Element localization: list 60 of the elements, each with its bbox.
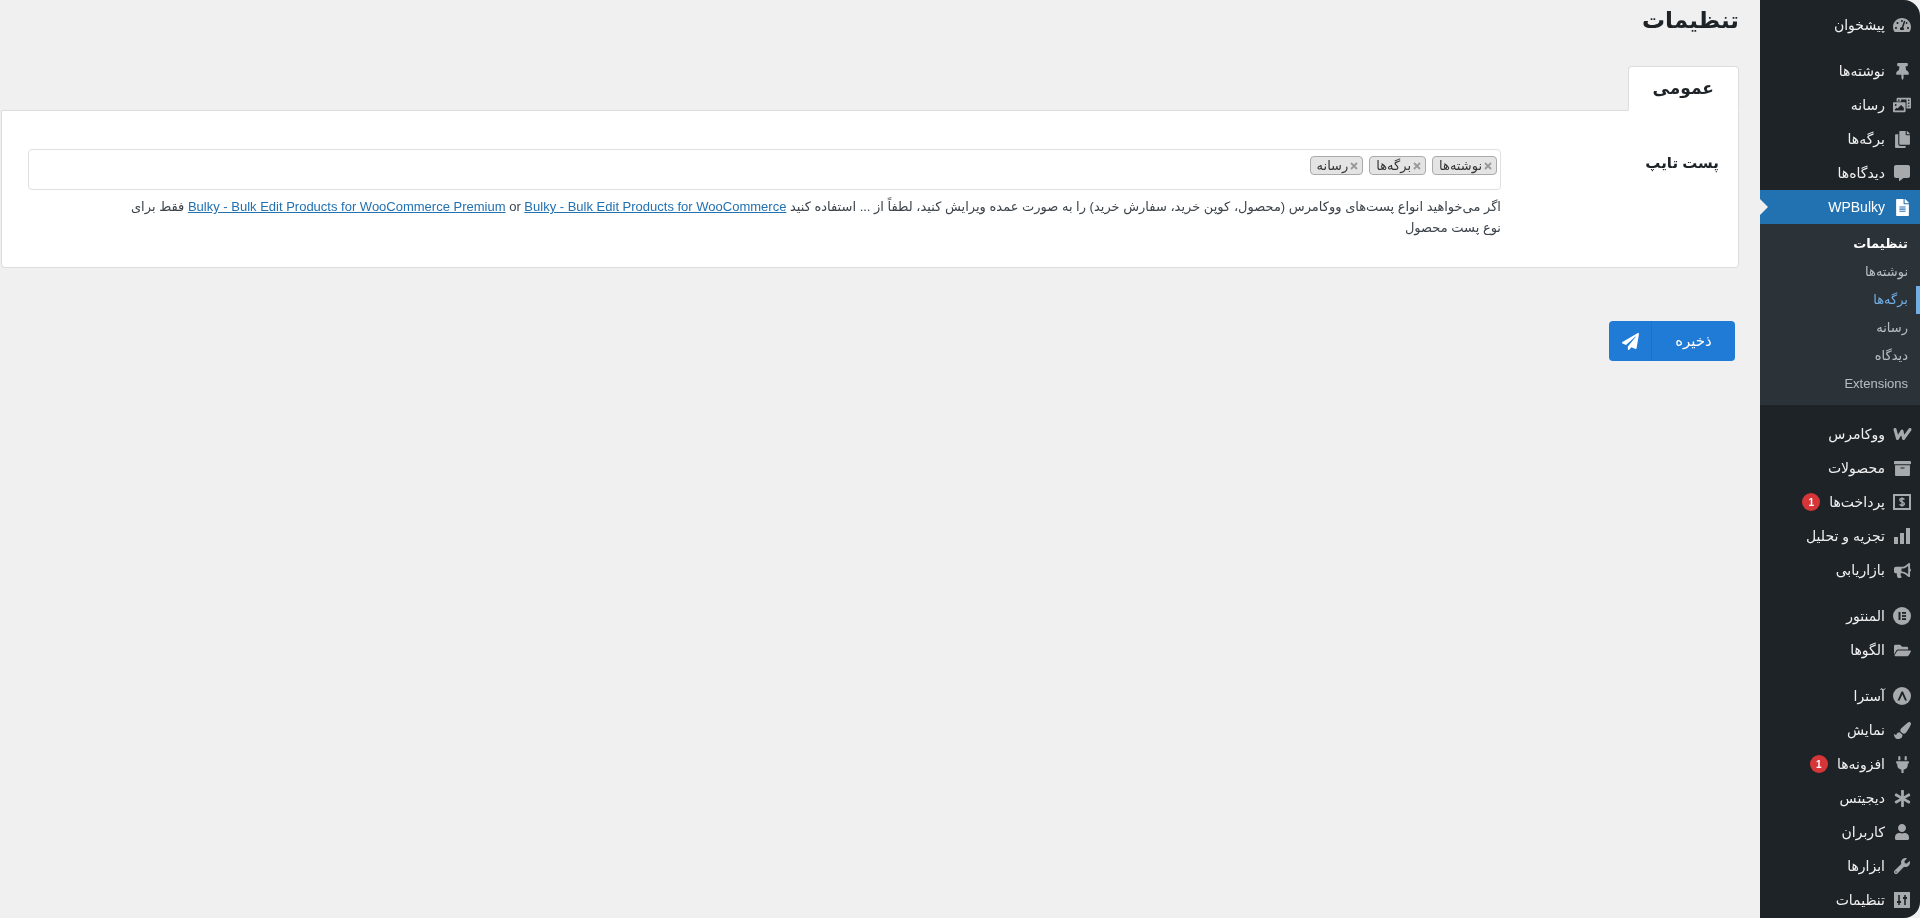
count-badge: 1 — [1802, 493, 1821, 511]
dollar-box-icon — [1893, 494, 1911, 510]
tag-label: رسانه — [1316, 157, 1349, 174]
wrench-icon — [1894, 858, 1910, 874]
bar-chart-icon — [1894, 528, 1910, 544]
menu-item[interactable]: ووکامرس — [1760, 417, 1920, 451]
e-circle-icon — [1893, 607, 1911, 625]
pages-icon — [1893, 130, 1911, 148]
remove-icon[interactable] — [1350, 161, 1359, 170]
menu-item[interactable]: تجزیه و تحلیل — [1760, 519, 1920, 553]
menu-item[interactable]: تنظیمات — [1760, 883, 1920, 917]
paper-plane-icon — [1621, 332, 1639, 350]
archive-box-icon — [1893, 459, 1911, 477]
tag-label: نوشته‌ها — [1439, 157, 1482, 174]
user-icon — [1894, 824, 1910, 840]
plug-icon — [1893, 755, 1911, 773]
megaphone-icon — [1893, 561, 1911, 579]
menu-item[interactable]: ابزارها — [1760, 849, 1920, 883]
gauge-icon — [1893, 16, 1911, 34]
submenu-item[interactable]: Extensions — [1760, 370, 1920, 398]
menu-item[interactable]: رسانه — [1760, 88, 1920, 122]
post-type-field[interactable]: نوشته‌ها برگه‌ها رسانه — [28, 149, 1501, 190]
speech-bubble-icon — [1894, 165, 1910, 181]
paintbrush-icon — [1893, 721, 1911, 739]
document-icon — [1893, 198, 1911, 216]
pushpin-icon — [1893, 62, 1911, 80]
plugin-link[interactable]: Bulky - Bulk Edit Products for WooCommerce — [524, 199, 787, 214]
menu-item[interactable]: الگوها — [1760, 633, 1920, 667]
tab[interactable]: عمومی — [1627, 66, 1739, 111]
menu-item[interactable]: نمایش — [1760, 713, 1920, 747]
submenu-item[interactable]: برگه‌ها — [1760, 286, 1920, 314]
plugin-link[interactable]: Bulky - Bulk Edit Products for WooCommerce Premium — [187, 199, 506, 214]
menu-item[interactable]: کاربران — [1760, 815, 1920, 849]
submenu-item[interactable]: رسانه — [1760, 314, 1920, 342]
menu-item[interactable]: برگه‌ها — [1760, 122, 1920, 156]
menu-item[interactable]: دیجیتس — [1760, 781, 1920, 815]
w-mark-icon — [1892, 428, 1912, 440]
menu-item[interactable]: آسترا — [1760, 679, 1920, 713]
remove-icon[interactable] — [1413, 161, 1422, 170]
page-title: تنظیمات — [1642, 6, 1739, 35]
field-label: پست تایپ — [1645, 153, 1719, 173]
a-circle-icon — [1893, 687, 1911, 705]
menu-item[interactable]: المنتور — [1760, 599, 1920, 633]
menu-item[interactable]: نوشته‌ها — [1760, 54, 1920, 88]
remove-icon[interactable] — [1484, 161, 1492, 170]
menu-item[interactable]: WPBulky — [1760, 190, 1920, 224]
menu-item[interactable]: پیشخوان — [1760, 8, 1920, 42]
submenu-item[interactable]: نوشته‌ها — [1760, 258, 1920, 286]
count-badge: 1 — [1809, 755, 1828, 773]
photo-video-icon — [1893, 96, 1911, 114]
tag-label: برگه‌ها — [1376, 157, 1412, 174]
save-button[interactable]: ذخیره — [1609, 321, 1735, 361]
selection-arrow-icon — [1760, 199, 1768, 215]
submenu-item[interactable]: تنظیمات — [1760, 230, 1920, 258]
asterisk-icon — [1893, 789, 1911, 807]
menu-item[interactable]: بازاریابی — [1760, 553, 1920, 587]
menu-item[interactable]: محصولات — [1760, 451, 1920, 485]
sliders-icon — [1894, 892, 1910, 908]
submenu-item[interactable]: دیدگاه — [1760, 342, 1920, 370]
menu-item[interactable]: دیدگاه‌ها — [1760, 156, 1920, 190]
